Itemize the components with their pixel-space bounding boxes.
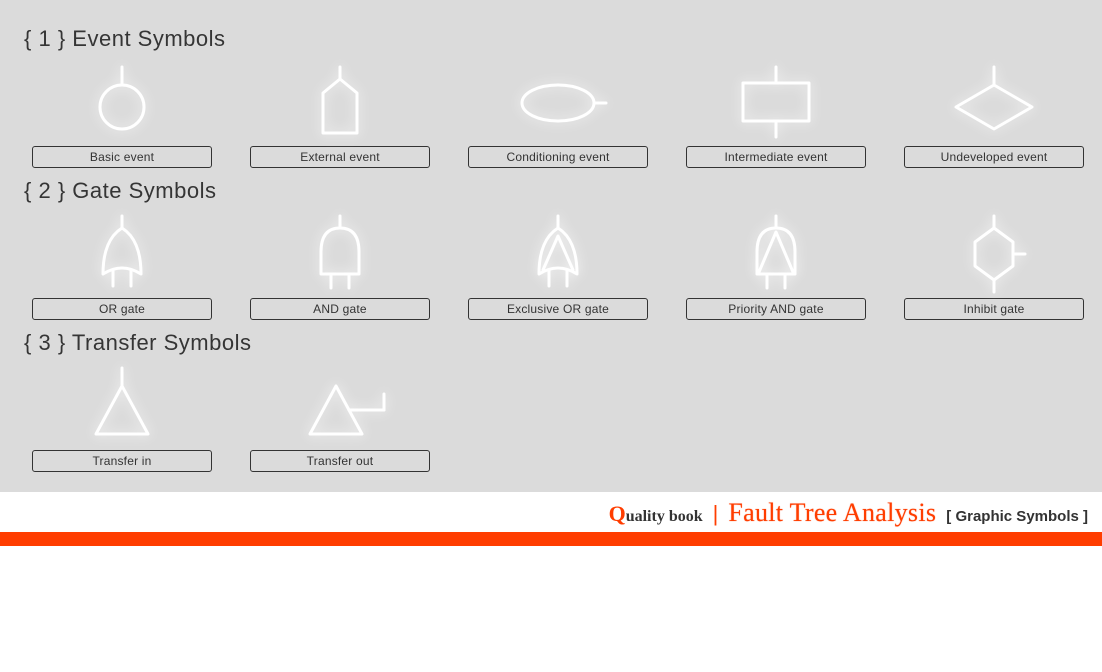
basic-event-label: Basic event xyxy=(32,146,212,168)
or-gate-icon xyxy=(32,212,212,298)
transfer-out-label: Transfer out xyxy=(250,450,430,472)
page-subtitle: [ Graphic Symbols ] xyxy=(946,508,1088,525)
conditioning-event-icon xyxy=(468,60,648,146)
transfer-in-label: Transfer in xyxy=(32,450,212,472)
and-gate-icon xyxy=(250,212,430,298)
pand-gate-label: Priority AND gate xyxy=(686,298,866,320)
brand-first: Q xyxy=(609,501,626,526)
gate-symbols-row: OR gate AND gate xyxy=(32,212,1082,320)
separator: | xyxy=(713,501,719,527)
and-gate-cell: AND gate xyxy=(250,212,430,320)
pand-gate-cell: Priority AND gate xyxy=(686,212,866,320)
conditioning-event-cell: Conditioning event xyxy=(468,60,648,168)
inhibit-gate-icon xyxy=(904,212,1084,298)
undeveloped-event-icon xyxy=(904,60,1084,146)
section-2-text: Gate Symbols xyxy=(72,178,216,203)
transfer-out-icon xyxy=(250,364,430,450)
brand-rest: uality book xyxy=(626,508,703,525)
section-1-num: 1 xyxy=(38,26,51,51)
section-2-title: { 2 } Gate Symbols xyxy=(24,178,1082,204)
event-symbols-row: Basic event External event Conditioning … xyxy=(32,60,1082,168)
external-event-label: External event xyxy=(250,146,430,168)
intermediate-event-label: Intermediate event xyxy=(686,146,866,168)
section-1-text: Event Symbols xyxy=(72,26,225,51)
intermediate-event-icon xyxy=(686,60,866,146)
diagram-canvas: { 1 } Event Symbols Basic event External… xyxy=(0,0,1102,492)
section-1-title: { 1 } Event Symbols xyxy=(24,26,1082,52)
inhibit-gate-label: Inhibit gate xyxy=(904,298,1084,320)
transfer-out-cell: Transfer out xyxy=(250,364,430,472)
xor-gate-icon xyxy=(468,212,648,298)
basic-event-icon xyxy=(32,60,212,146)
external-event-cell: External event xyxy=(250,60,430,168)
page-title: Fault Tree Analysis xyxy=(728,498,936,528)
inhibit-gate-cell: Inhibit gate xyxy=(904,212,1084,320)
transfer-in-cell: Transfer in xyxy=(32,364,212,472)
or-gate-label: OR gate xyxy=(32,298,212,320)
or-gate-cell: OR gate xyxy=(32,212,212,320)
xor-gate-label: Exclusive OR gate xyxy=(468,298,648,320)
footer-bar xyxy=(0,532,1102,546)
section-3-text: Transfer Symbols xyxy=(72,330,252,355)
section-3-num: 3 xyxy=(38,330,51,355)
external-event-icon xyxy=(250,60,430,146)
section-2-num: 2 xyxy=(38,178,51,203)
pand-gate-icon xyxy=(686,212,866,298)
basic-event-cell: Basic event xyxy=(32,60,212,168)
undeveloped-event-label: Undeveloped event xyxy=(904,146,1084,168)
transfer-symbols-row: Transfer in Transfer out xyxy=(32,364,1082,472)
and-gate-label: AND gate xyxy=(250,298,430,320)
xor-gate-cell: Exclusive OR gate xyxy=(468,212,648,320)
section-3-title: { 3 } Transfer Symbols xyxy=(24,330,1082,356)
footer-line: Quality book | Fault Tree Analysis [ Gra… xyxy=(0,492,1102,532)
footer: Quality book | Fault Tree Analysis [ Gra… xyxy=(0,492,1102,546)
transfer-in-icon xyxy=(32,364,212,450)
undeveloped-event-cell: Undeveloped event xyxy=(904,60,1084,168)
brand: Quality book xyxy=(609,501,703,527)
intermediate-event-cell: Intermediate event xyxy=(686,60,866,168)
conditioning-event-label: Conditioning event xyxy=(468,146,648,168)
